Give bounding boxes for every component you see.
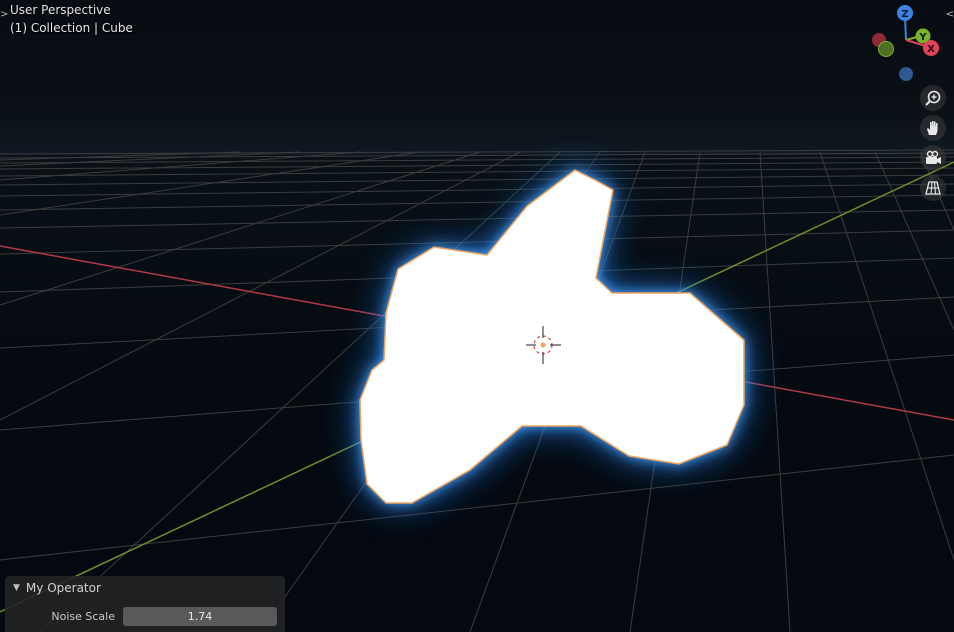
noise-scale-field[interactable]: 1.74 [123,607,277,626]
3d-viewport[interactable]: > < User Perspective (1) Collection | Cu… [0,0,954,632]
operator-redo-panel: ▼ My Operator Noise Scale 1.74 [5,576,285,632]
zoom-button[interactable] [920,85,946,111]
svg-text:Z: Z [901,9,908,20]
zoom-icon [925,90,941,106]
toolbar-toggle-icon[interactable]: > [0,9,8,20]
collapse-chevron-icon[interactable]: ▼ [13,583,20,593]
camera-icon [926,150,941,164]
hand-pan-icon [927,121,938,135]
z-axis-handle[interactable]: Z [897,5,913,21]
pan-button[interactable] [920,115,946,141]
scene-canvas[interactable] [0,0,954,632]
neg-y-axis-handle[interactable] [878,41,894,57]
operator-panel-title: My Operator [25,581,101,595]
ortho-grid-icon [925,181,941,195]
noise-scale-row: Noise Scale 1.74 [5,606,285,628]
neg-z-axis-handle[interactable] [899,67,913,81]
sidebar-toggle-icon[interactable]: < [946,9,954,20]
x-axis-handle[interactable]: X [923,40,939,56]
view-mode-label: User Perspective [10,3,111,17]
operator-panel-header[interactable]: ▼ My Operator [5,576,285,600]
svg-text:X: X [927,44,935,55]
svg-text:Y: Y [918,32,927,43]
camera-view-button[interactable] [920,145,946,171]
active-object-label: (1) Collection | Cube [10,21,133,35]
perspective-toggle-button[interactable] [920,175,946,201]
navigation-gizmo[interactable]: Z Y X [862,2,946,86]
noise-scale-label: Noise Scale [51,610,115,623]
